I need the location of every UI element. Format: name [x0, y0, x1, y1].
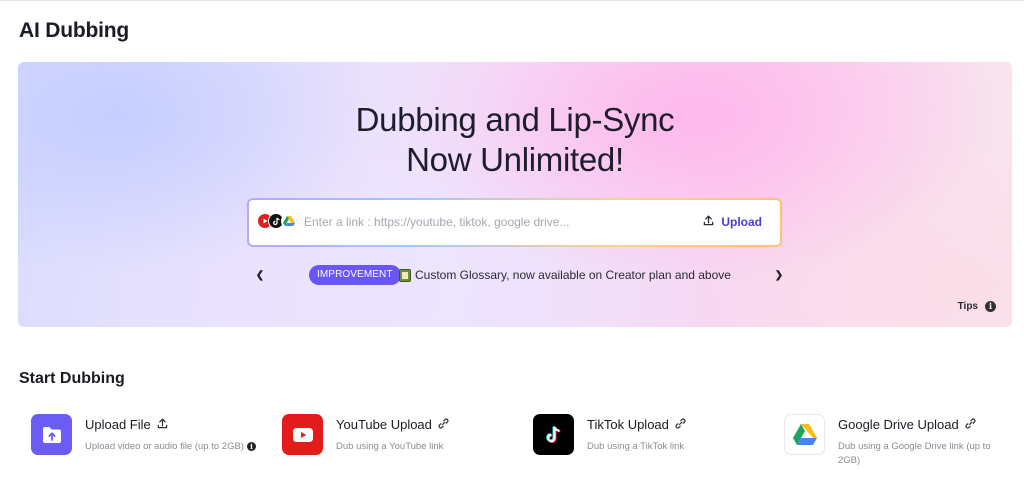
hero-title-line1: Dubbing and Lip-Sync [355, 101, 675, 138]
youtube-upload-title: YouTube Upload [336, 417, 449, 432]
announcement-carousel: ❮ IMPROVEMENT Custom Glossary, now avail… [247, 264, 783, 288]
google-drive-upload-card[interactable]: Google Drive Upload Dub using a Google D… [784, 414, 1024, 476]
info-icon[interactable]: i [246, 441, 256, 451]
source-icons [257, 213, 301, 231]
upload-file-desc-text: Upload video or audio file (up to 2GB) [85, 441, 244, 452]
upload-file-title: Upload File [85, 417, 168, 432]
link-input-container: Upload [247, 198, 782, 247]
tips-label: Tips [957, 301, 978, 312]
youtube-icon [282, 414, 323, 455]
page-title: AI Dubbing [19, 19, 129, 42]
tips-button[interactable]: Tips i [958, 301, 996, 312]
youtube-upload-card[interactable]: YouTube Upload Dub using a YouTube link [282, 414, 522, 476]
hero-banner: Dubbing and Lip-Sync Now Unlimited! U [18, 62, 1012, 327]
link-icon [438, 417, 449, 432]
upload-file-desc: Upload video or audio file (up to 2GB) i [85, 440, 261, 454]
youtube-upload-desc: Dub using a YouTube link [336, 441, 444, 452]
announcement-text[interactable]: Custom Glossary, now available on Creato… [415, 268, 731, 282]
upload-icon [703, 215, 714, 229]
chevron-right-icon[interactable]: ❯ [772, 268, 786, 284]
top-divider [0, 0, 1024, 1]
upload-button[interactable]: Upload [703, 212, 762, 232]
link-icon [675, 417, 686, 432]
link-input[interactable] [304, 212, 684, 232]
google-drive-upload-title: Google Drive Upload [838, 417, 976, 432]
google-drive-icon [784, 414, 825, 455]
tiktok-icon [533, 414, 574, 455]
chevron-left-icon[interactable]: ❮ [253, 268, 267, 284]
tiktok-upload-desc: Dub using a TikTok link [587, 441, 685, 452]
google-drive-upload-title-text: Google Drive Upload [838, 417, 959, 432]
tiktok-upload-title-text: TikTok Upload [587, 417, 669, 432]
upload-icon [157, 417, 168, 432]
tiktok-upload-card[interactable]: TikTok Upload Dub using a TikTok link [533, 414, 773, 476]
upload-file-card[interactable]: Upload File Upload video or audio file (… [31, 414, 271, 476]
youtube-upload-title-text: YouTube Upload [336, 417, 432, 432]
section-title-start-dubbing: Start Dubbing [19, 370, 125, 387]
link-icon [965, 417, 976, 432]
upload-folder-icon [31, 414, 72, 455]
tiktok-upload-title: TikTok Upload [587, 417, 686, 432]
upload-button-label: Upload [721, 215, 762, 229]
hero-title-line2: Now Unlimited! [406, 141, 624, 178]
upload-file-title-text: Upload File [85, 417, 151, 432]
glossary-book-icon [399, 269, 411, 282]
improvement-badge: IMPROVEMENT [309, 265, 401, 285]
google-drive-upload-desc: Dub using a Google Drive link (up to 2GB… [838, 441, 991, 466]
google-drive-icon [281, 213, 297, 229]
info-icon: i [985, 301, 996, 312]
